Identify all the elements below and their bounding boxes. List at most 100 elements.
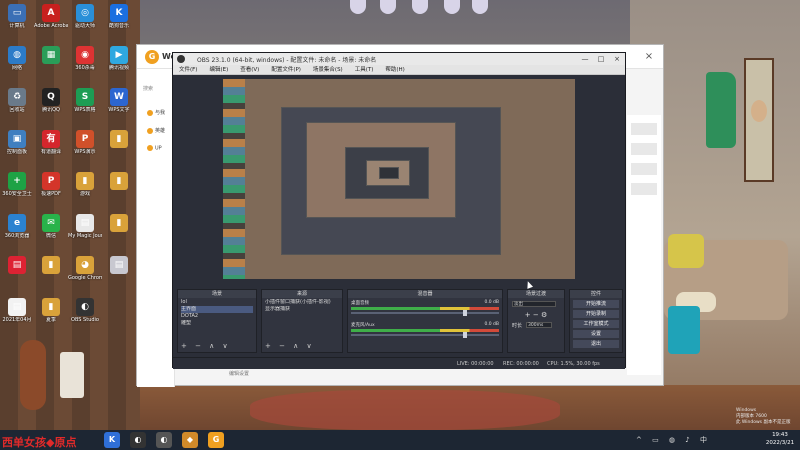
- desktop-icon[interactable]: 有有道翻译: [34, 128, 68, 168]
- desktop-icon[interactable]: ▮ 游戏: [68, 170, 102, 210]
- transition-add-remove[interactable]: + − ⚙: [512, 311, 560, 319]
- desktop-icon[interactable]: ▤My Magic Journey.docx: [68, 212, 102, 252]
- desktop-icon-label: 酷狗音乐: [108, 23, 129, 29]
- obs-window[interactable]: OBS 23.1.0 (64-bit, windows) - 配置文件: 未命名…: [172, 52, 626, 369]
- menu-edit[interactable]: 编辑(E): [203, 65, 234, 75]
- desktop-icon[interactable]: AAdobe Acrobat DC: [34, 2, 68, 42]
- app-icon: ▶: [110, 46, 128, 64]
- transition-select[interactable]: 淡出: [512, 301, 556, 307]
- menu-scene-collection[interactable]: 场景集合(S): [307, 65, 349, 75]
- studio-mode-button[interactable]: 工作室模式: [573, 320, 619, 328]
- scene-item-selected[interactable]: 主界面: [181, 306, 253, 313]
- close-button[interactable]: ×: [609, 53, 625, 65]
- scene-item[interactable]: DOTA2: [181, 313, 253, 320]
- app-nav-item-0[interactable]: 与我: [147, 109, 173, 116]
- app-nav-item-2[interactable]: UP: [147, 145, 173, 152]
- desktop-icon[interactable]: ▣ 控制面板: [0, 128, 34, 168]
- app-search-label[interactable]: 搜索: [143, 85, 153, 92]
- desktop-icon-label: 网络: [11, 65, 22, 71]
- obs-statusbar: LIVE: 00:00:00 REC: 00:00:00 CPU: 1.5%, …: [173, 357, 625, 369]
- start-recording-button[interactable]: 开始录制: [573, 310, 619, 318]
- desktop-icon-label: 游戏: [79, 191, 90, 197]
- app-icon: 有: [42, 130, 60, 148]
- taskbar-app-icon[interactable]: ◐: [156, 432, 172, 448]
- app-icon: ▮: [110, 172, 128, 190]
- app-right-panel: [627, 115, 661, 375]
- desktop-icon[interactable]: ▭ 计算机: [0, 2, 34, 42]
- scene-item[interactable]: 雕塑: [181, 320, 253, 327]
- desktop-icon[interactable]: +360安全卫士: [0, 170, 34, 210]
- desktop-icon[interactable]: ◉ 360杀毒: [68, 44, 102, 84]
- app-nav-item-1[interactable]: 英雄: [147, 127, 173, 134]
- desktop-icon[interactable]: ▮ 夏季: [34, 296, 68, 336]
- settings-button[interactable]: 设置: [573, 330, 619, 338]
- menu-file[interactable]: 文件(F): [173, 65, 203, 75]
- clock-date: 2022/3/21: [765, 440, 795, 446]
- scene-item[interactable]: lol: [181, 299, 253, 306]
- desktop-icon[interactable]: ▮: [102, 212, 136, 252]
- desktop-icon[interactable]: P WPS演示: [68, 128, 102, 168]
- desktop-icon[interactable]: ◕Google Chrome: [68, 254, 102, 294]
- app-icon: ✉: [42, 214, 60, 232]
- system-tray[interactable]: ^ ▭ ◍ ♪ 中: [636, 435, 711, 445]
- menu-help[interactable]: 帮助(H): [379, 65, 410, 75]
- live-timer: LIVE: 00:00:00: [457, 361, 494, 367]
- sources-toolbar[interactable]: + − ∧ ∨: [265, 342, 315, 350]
- desktop-icon[interactable]: P 极速PDF: [34, 170, 68, 210]
- source-item[interactable]: 显示器捕获: [265, 306, 339, 313]
- taskbar-app-icon[interactable]: G: [208, 432, 224, 448]
- desktop-icon[interactable]: ◐ OBS Studio: [68, 296, 102, 336]
- desktop-icon[interactable]: ▤: [0, 254, 34, 294]
- volume-slider[interactable]: [351, 310, 499, 316]
- desktop-icon[interactable]: ◍ 网络: [0, 44, 34, 84]
- menu-view[interactable]: 查看(V): [234, 65, 265, 75]
- app-icon: ▮: [110, 214, 128, 232]
- desktop-icon[interactable]: ✉ 微信: [34, 212, 68, 252]
- obs-titlebar[interactable]: OBS 23.1.0 (64-bit, windows) - 配置文件: 未命名…: [173, 53, 625, 65]
- minimize-button[interactable]: —: [577, 53, 593, 65]
- desktop-icon-label: Google Chrome: [68, 275, 102, 281]
- desktop-icon-label: WPS文字: [108, 107, 130, 113]
- app-icon: A: [42, 4, 60, 22]
- volume-slider[interactable]: [351, 332, 499, 338]
- desktop-icon[interactable]: ◎ 驱动大师: [68, 2, 102, 42]
- clock[interactable]: 19:43 2022/3/21: [760, 431, 800, 447]
- source-item[interactable]: 小插件窗口捕获(小插件-影视): [265, 299, 339, 306]
- desktop-icon-label: 腾讯视频: [108, 65, 129, 71]
- menu-tools[interactable]: 工具(T): [349, 65, 380, 75]
- desktop-icon[interactable]: ▦: [34, 44, 68, 84]
- taskbar-app-icon[interactable]: ◐: [130, 432, 146, 448]
- desktop-icon[interactable]: K 酷狗音乐: [102, 2, 136, 42]
- desktop-icon[interactable]: S WPS表格: [68, 86, 102, 126]
- desktop-icon[interactable]: ▤: [102, 254, 136, 294]
- desktop-icon[interactable]: ▤ 2021年04月: [0, 296, 34, 336]
- desktop-icon[interactable]: ▮: [102, 128, 136, 168]
- obs-preview-canvas[interactable]: [223, 79, 575, 279]
- obs-menubar: 文件(F) 编辑(E) 查看(V) 配置文件(P) 场景集合(S) 工具(T) 帮助(H): [173, 65, 625, 75]
- taskbar-app-icon[interactable]: ◆: [182, 432, 198, 448]
- exit-button[interactable]: 退出: [573, 340, 619, 348]
- duration-label: 时长: [512, 322, 523, 329]
- app-close-button[interactable]: ×: [641, 49, 657, 65]
- desktop-icon[interactable]: ▶ 腾讯视频: [102, 44, 136, 84]
- desktop-icon[interactable]: ▮: [102, 170, 136, 210]
- taskbar-app-icon[interactable]: K: [104, 432, 120, 448]
- desktop-icon-label: 回收站: [9, 107, 25, 113]
- app-footer-link[interactable]: 编辑设置: [229, 370, 249, 377]
- slider-thumb[interactable]: [463, 310, 468, 316]
- desktop-icon-label: 夏季: [45, 317, 56, 323]
- desktop-icon[interactable]: W WPS文字: [102, 86, 136, 126]
- scenes-toolbar[interactable]: + − ∧ ∨: [181, 342, 231, 350]
- desktop-icon[interactable]: Q 腾讯QQ: [34, 86, 68, 126]
- app-icon: K: [110, 4, 128, 22]
- nav-dot-icon: [147, 127, 153, 134]
- slider-thumb[interactable]: [463, 332, 468, 338]
- desktop-icon[interactable]: e 360浏览器: [0, 212, 34, 252]
- desktop-icon[interactable]: ▮: [34, 254, 68, 294]
- start-streaming-button[interactable]: 开始推流: [573, 300, 619, 308]
- desktop-icon[interactable]: ♻ 回收站: [0, 86, 34, 126]
- duration-input[interactable]: 300ms: [526, 322, 553, 328]
- menu-profile[interactable]: 配置文件(P): [265, 65, 307, 75]
- maximize-button[interactable]: □: [593, 53, 609, 65]
- app-icon: ◕: [76, 256, 94, 274]
